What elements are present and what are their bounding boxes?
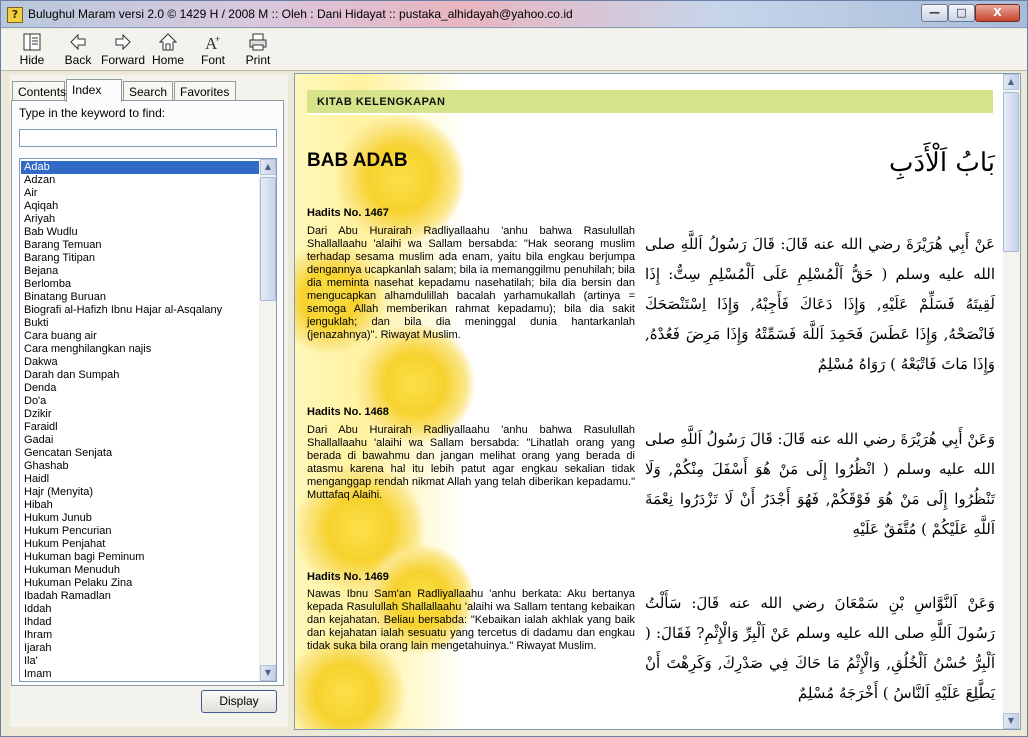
index-list-item[interactable]: Hukum Penjahat <box>21 538 259 551</box>
app-icon: ? <box>7 7 23 23</box>
scroll-up-icon[interactable]: ▲ <box>1003 74 1019 90</box>
display-button[interactable]: Display <box>201 690 277 713</box>
home-icon <box>158 33 178 51</box>
font-label: Font <box>200 53 225 67</box>
tab-contents[interactable]: Contents <box>12 81 66 101</box>
index-list-item[interactable]: Iddah <box>21 603 259 616</box>
tab-index[interactable]: Index <box>66 79 122 102</box>
tab-search[interactable]: Search <box>123 81 173 101</box>
scroll-thumb[interactable] <box>260 177 276 301</box>
index-list-item[interactable]: Cara buang air <box>21 330 259 343</box>
scroll-up-icon[interactable]: ▲ <box>260 159 276 175</box>
hide-label: Hide <box>19 53 45 67</box>
index-list-item[interactable]: Gadai <box>21 434 259 447</box>
index-list-item[interactable]: Hukuman Pelaku Zina <box>21 577 259 590</box>
index-list-item[interactable]: Ila' <box>21 655 259 668</box>
window-title: Bulughul Maram versi 2.0 © 1429 H / 2008… <box>28 7 573 21</box>
hadits-number: Hadits No. 1468 <box>307 406 389 418</box>
title-bar[interactable]: ? Bulughul Maram versi 2.0 © 1429 H / 20… <box>1 1 1027 28</box>
hadits-arabic: وَعَنْ أَبِي هُرَيْرَةَ رضي الله عنه قَا… <box>645 430 995 538</box>
bab-title-arabic: بَابُ اَلْأَدَبِ <box>888 148 995 178</box>
print-label: Print <box>245 53 271 67</box>
hide-button[interactable]: Hide <box>15 32 49 70</box>
kitab-header-text: KITAB KELENGKAPAN <box>317 96 446 108</box>
forward-button[interactable]: Forward <box>101 32 145 70</box>
index-list-item[interactable]: Bejana <box>21 265 259 278</box>
index-list-item[interactable]: Hukum Junub <box>21 512 259 525</box>
font-button[interactable]: A + Font <box>197 32 229 70</box>
hadits-arabic: عَنْ أَبِي هُرَيْرَةَ رضي الله عنه قَالَ… <box>645 235 995 373</box>
hadits-number: Hadits No. 1469 <box>307 571 389 583</box>
hadits-arabic: وَعَنْ اَلنَّوَّاسِ بْنِ سَمْعَانَ رضي ا… <box>645 594 995 702</box>
index-list-item[interactable]: Hibah <box>21 499 259 512</box>
hadits-text: Nawas Ibnu Sam'an Radliyallaahu 'anhu be… <box>307 588 635 652</box>
index-list-item[interactable]: Faraidl <box>21 421 259 434</box>
keyword-input[interactable] <box>19 129 277 147</box>
index-list-item[interactable]: Dakwa <box>21 356 259 369</box>
index-list-item[interactable]: Darah dan Sumpah <box>21 369 259 382</box>
index-list-item[interactable]: Ihdad <box>21 616 259 629</box>
home-label: Home <box>151 53 184 67</box>
back-button[interactable]: Back <box>61 32 95 70</box>
index-list-item[interactable]: Cara menghilangkan najis <box>21 343 259 356</box>
home-button[interactable]: Home <box>151 32 185 70</box>
printer-icon <box>249 33 267 51</box>
toolbar: Hide Back Forward Home A + Font Print <box>1 29 1027 71</box>
index-list-item[interactable]: Hajr (Menyita) <box>21 486 259 499</box>
font-icon: A + <box>205 34 220 52</box>
index-list-item[interactable]: Bab Wudlu <box>21 226 259 239</box>
index-list-item[interactable]: Ihram <box>21 629 259 642</box>
maximize-button[interactable]: □ <box>948 4 975 22</box>
bab-title: BAB ADAB <box>307 150 408 171</box>
index-list-item[interactable]: Barang Temuan <box>21 239 259 252</box>
tab-favorites[interactable]: Favorites <box>174 81 236 101</box>
kitab-header: KITAB KELENGKAPAN <box>307 90 993 115</box>
index-list-item[interactable]: Denda <box>21 382 259 395</box>
index-list-item[interactable]: Adzan <box>21 174 259 187</box>
index-list-item[interactable]: Bukti <box>21 317 259 330</box>
index-list-item[interactable]: Ijarah <box>21 642 259 655</box>
hide-icon <box>23 33 41 51</box>
index-list-item[interactable]: Binatang Buruan <box>21 291 259 304</box>
index-list-item[interactable]: Imam <box>21 668 259 681</box>
index-list-item[interactable]: Biografi al-Hafizh Ibnu Hajar al-Asqalan… <box>21 304 259 317</box>
close-button[interactable]: X <box>975 4 1020 22</box>
index-list-item[interactable]: Berlomba <box>21 278 259 291</box>
index-list[interactable]: Adab Adzan Air Aqiqah Ariyah Bab Wudlu Barang … <box>19 158 277 682</box>
index-list-item[interactable]: Dzikir <box>21 408 259 421</box>
forward-label: Forward <box>101 53 146 67</box>
scroll-thumb[interactable] <box>1003 92 1019 252</box>
index-list-item[interactable]: Barang Titipan <box>21 252 259 265</box>
index-list-item[interactable]: Hukuman bagi Peminum <box>21 551 259 564</box>
content-scrollbar[interactable]: ▲ ▼ <box>1003 74 1020 729</box>
minimize-button[interactable]: — <box>921 4 948 22</box>
content-pane: KITAB KELENGKAPAN BAB ADAB بَابُ اَلْأَد… <box>294 73 1021 730</box>
print-button[interactable]: Print <box>241 32 275 70</box>
index-list-items: Adab Adzan Air Aqiqah Ariyah Bab Wudlu Barang … <box>21 161 259 681</box>
hadits-text: Dari Abu Hurairah Radliyallaahu 'anhu ba… <box>307 424 635 501</box>
keyword-label: Type in the keyword to find: <box>19 106 166 120</box>
app-window: ? Bulughul Maram versi 2.0 © 1429 H / 20… <box>0 0 1028 737</box>
index-list-scrollbar[interactable]: ▲ ▼ <box>259 159 276 681</box>
index-list-item[interactable]: Hukum Pencurian <box>21 525 259 538</box>
index-list-item[interactable]: Ariyah <box>21 213 259 226</box>
forward-arrow-icon <box>115 33 131 51</box>
scroll-down-icon[interactable]: ▼ <box>260 665 276 681</box>
index-list-item[interactable]: Aqiqah <box>21 200 259 213</box>
index-list-item[interactable]: Ibadah Ramadlan <box>21 590 259 603</box>
index-list-item[interactable]: Hukuman Menuduh <box>21 564 259 577</box>
index-list-item[interactable]: Gencatan Senjata <box>21 447 259 460</box>
back-label: Back <box>64 53 92 67</box>
back-arrow-icon <box>70 33 86 51</box>
index-list-item[interactable]: Do'a <box>21 395 259 408</box>
index-list-item[interactable]: Haidl <box>21 473 259 486</box>
index-list-item[interactable]: Ghashab <box>21 460 259 473</box>
hadits-number: Hadits No. 1467 <box>307 207 389 219</box>
index-list-item[interactable]: Air <box>21 187 259 200</box>
index-list-item[interactable]: Adab <box>21 161 259 174</box>
scroll-down-icon[interactable]: ▼ <box>1003 713 1019 729</box>
svg-text:+: + <box>215 34 220 44</box>
navigation-pane: Contents Index Search Favorites Type in … <box>10 75 288 727</box>
hadits-text: Dari Abu Hurairah Radliyallaahu 'anhu ba… <box>307 225 635 341</box>
